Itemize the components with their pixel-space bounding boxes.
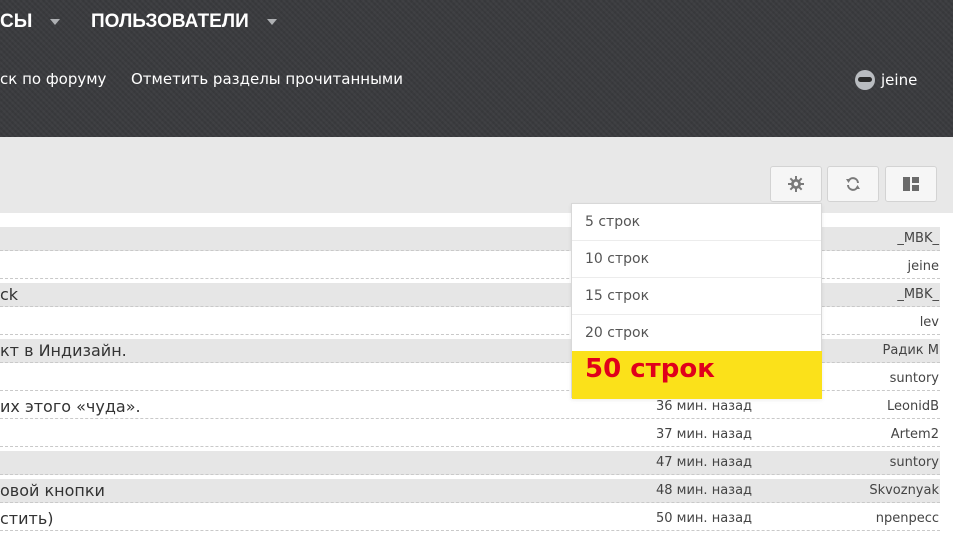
- topic-author[interactable]: npenpecc: [876, 511, 939, 526]
- table-row[interactable]: 47 мин. назад suntory: [0, 451, 940, 475]
- avatar: [855, 70, 875, 90]
- chevron-down-icon[interactable]: [50, 19, 61, 25]
- table-row[interactable]: стить) 50 мин. назад npenpecc: [0, 507, 940, 531]
- nav-item-label: СЫ: [0, 11, 33, 32]
- topic-title[interactable]: ck: [0, 285, 18, 304]
- mark-forums-read-link[interactable]: Отметить разделы прочитанными: [131, 70, 403, 88]
- topic-author[interactable]: jeine: [908, 259, 939, 274]
- settings-button[interactable]: [770, 166, 822, 202]
- username: jeine: [881, 71, 918, 89]
- refresh-button[interactable]: [827, 166, 879, 202]
- topic-title[interactable]: их этого «чуда».: [0, 397, 141, 416]
- topic-time: 48 мин. назад: [656, 483, 753, 498]
- topic-author[interactable]: suntory: [890, 371, 939, 386]
- layout-button[interactable]: [885, 166, 937, 202]
- nav-item-label: ПОЛЬЗОВАТЕЛИ: [91, 11, 249, 32]
- dropdown-option-5[interactable]: 5 строк: [572, 204, 821, 241]
- rows-per-page-dropdown: 5 строк 10 строк 15 строк 20 строк 50 ст…: [571, 203, 822, 399]
- topic-author[interactable]: _MBK_: [897, 231, 939, 246]
- dropdown-option-10[interactable]: 10 строк: [572, 241, 821, 278]
- topic-author[interactable]: Радик М: [883, 343, 939, 358]
- topic-author[interactable]: lev: [920, 315, 939, 330]
- topic-title[interactable]: кт в Индизайн.: [0, 341, 127, 360]
- nav-item-resources[interactable]: СЫ: [0, 10, 61, 34]
- site-header: СЫ ПОЛЬЗОВАТЕЛИ ск по форуму Отметить ра…: [0, 0, 953, 137]
- table-row[interactable]: овой кнопки 48 мин. назад Skvoznyak: [0, 479, 940, 503]
- dropdown-option-20[interactable]: 20 строк: [572, 315, 821, 352]
- table-row[interactable]: 37 мин. назад Artem2: [0, 423, 940, 447]
- topic-author[interactable]: _MBK_: [897, 287, 939, 302]
- topic-title[interactable]: овой кнопки: [0, 481, 105, 500]
- topic-time: 37 мин. назад: [656, 427, 753, 442]
- nav-item-users[interactable]: ПОЛЬЗОВАТЕЛИ: [91, 10, 277, 34]
- chevron-down-icon[interactable]: [266, 19, 277, 25]
- user-menu[interactable]: jeine: [855, 70, 917, 90]
- dropdown-option-15[interactable]: 15 строк: [572, 278, 821, 315]
- topic-title[interactable]: стить): [0, 509, 54, 528]
- topic-time: 50 мин. назад: [656, 511, 753, 526]
- dropdown-option-50[interactable]: 50 строк: [572, 351, 822, 399]
- layout-icon: [903, 177, 919, 191]
- topic-author[interactable]: Skvoznyak: [869, 483, 939, 498]
- topic-time: 36 мин. назад: [656, 399, 753, 414]
- gear-icon: [788, 176, 804, 192]
- topic-author[interactable]: suntory: [890, 455, 939, 470]
- topic-author[interactable]: LeonidB: [887, 399, 939, 414]
- forum-search-link[interactable]: ск по форуму: [0, 70, 106, 88]
- topic-time: 47 мин. назад: [656, 455, 753, 470]
- refresh-icon: [846, 177, 860, 191]
- topic-author[interactable]: Artem2: [891, 427, 939, 442]
